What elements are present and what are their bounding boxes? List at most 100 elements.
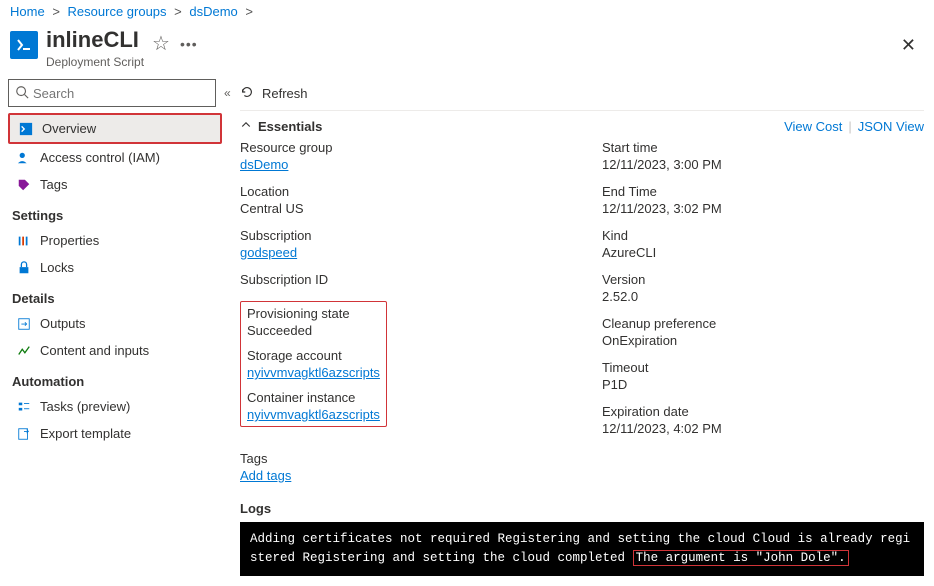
- field-label: Subscription ID: [240, 272, 562, 287]
- field-label: Resource group: [240, 140, 562, 155]
- field-tags: Tags Add tags: [240, 451, 562, 483]
- storage-account-link[interactable]: nyivvmvagktl6azscripts: [247, 365, 380, 380]
- page-subtitle: Deployment Script: [46, 55, 144, 69]
- refresh-button[interactable]: Refresh: [262, 86, 308, 101]
- field-label: Container instance: [247, 390, 380, 405]
- more-icon[interactable]: •••: [180, 36, 198, 52]
- sidebar: « Overview Access control (IAM) Tags Set…: [0, 79, 230, 457]
- sidebar-item-label: Outputs: [40, 316, 86, 331]
- tag-icon: [16, 178, 32, 192]
- field-label: Start time: [602, 140, 924, 155]
- search-box[interactable]: [8, 79, 216, 107]
- field-value: 12/11/2023, 3:02 PM: [602, 201, 924, 216]
- sidebar-item-locks[interactable]: Locks: [8, 254, 222, 281]
- field-label: Location: [240, 184, 562, 199]
- sidebar-item-label: Content and inputs: [40, 343, 149, 358]
- field-label: End Time: [602, 184, 924, 199]
- sidebar-item-export-template[interactable]: Export template: [8, 420, 222, 447]
- sidebar-item-tasks[interactable]: Tasks (preview): [8, 393, 222, 420]
- close-button[interactable]: ✕: [893, 31, 924, 60]
- field-label: Subscription: [240, 228, 562, 243]
- resource-group-link[interactable]: dsDemo: [240, 157, 288, 172]
- sidebar-item-label: Tags: [40, 177, 67, 192]
- field-provisioning-state: Provisioning state Succeeded: [247, 306, 380, 338]
- breadcrumb-sep: >: [174, 4, 182, 19]
- sidebar-item-content-inputs[interactable]: Content and inputs: [8, 337, 222, 364]
- field-container-instance: Container instance nyivvmvagktl6azscript…: [247, 390, 380, 422]
- script-icon: [18, 122, 34, 136]
- page-title: inlineCLI: [46, 27, 144, 53]
- sidebar-item-outputs[interactable]: Outputs: [8, 310, 222, 337]
- field-value: 12/11/2023, 4:02 PM: [602, 421, 924, 436]
- field-cleanup-preference: Cleanup preference OnExpiration: [602, 316, 924, 348]
- essentials-header[interactable]: Essentials View Cost | JSON View: [240, 111, 924, 140]
- field-value: AzureCLI: [602, 245, 924, 260]
- breadcrumb-home[interactable]: Home: [10, 4, 45, 19]
- field-subscription-id: Subscription ID: [240, 272, 562, 289]
- field-value: OnExpiration: [602, 333, 924, 348]
- field-label: Timeout: [602, 360, 924, 375]
- favorite-star-icon[interactable]: ☆: [152, 31, 170, 56]
- header-actions: ☆ •••: [152, 31, 198, 56]
- json-view-link[interactable]: JSON View: [858, 119, 924, 134]
- field-end-time: End Time 12/11/2023, 3:02 PM: [602, 184, 924, 216]
- sidebar-item-overview[interactable]: Overview: [8, 113, 222, 144]
- export-icon: [16, 427, 32, 441]
- field-version: Version 2.52.0: [602, 272, 924, 304]
- properties-icon: [16, 234, 32, 248]
- field-label: Expiration date: [602, 404, 924, 419]
- sidebar-item-label: Access control (IAM): [40, 150, 160, 165]
- sidebar-section-details: Details: [8, 281, 222, 310]
- deployment-script-icon: [10, 31, 38, 59]
- field-value: P1D: [602, 377, 924, 392]
- sidebar-section-settings: Settings: [8, 198, 222, 227]
- field-expiration-date: Expiration date 12/11/2023, 4:02 PM: [602, 404, 924, 436]
- search-input[interactable]: [33, 86, 209, 101]
- field-label: Tags: [240, 451, 562, 466]
- sidebar-item-properties[interactable]: Properties: [8, 227, 222, 254]
- sidebar-item-access-control[interactable]: Access control (IAM): [8, 144, 222, 171]
- tasks-icon: [16, 400, 32, 414]
- field-value: Succeeded: [247, 323, 380, 338]
- sidebar-item-label: Overview: [42, 121, 96, 136]
- field-location: Location Central US: [240, 184, 562, 216]
- search-icon: [15, 85, 29, 102]
- sidebar-item-label: Properties: [40, 233, 99, 248]
- field-subscription: Subscription godspeed: [240, 228, 562, 260]
- refresh-icon[interactable]: [240, 85, 254, 102]
- content-icon: [16, 344, 32, 358]
- field-resource-group: Resource group dsDemo: [240, 140, 562, 172]
- breadcrumb-resource-groups[interactable]: Resource groups: [68, 4, 167, 19]
- sidebar-item-label: Tasks (preview): [40, 399, 130, 414]
- breadcrumb: Home > Resource groups > dsDemo >: [0, 0, 934, 23]
- field-label: Kind: [602, 228, 924, 243]
- field-value: Central US: [240, 201, 562, 216]
- field-value: 12/11/2023, 3:00 PM: [602, 157, 924, 172]
- chevron-up-icon: [240, 119, 252, 134]
- sidebar-item-label: Export template: [40, 426, 131, 441]
- page-header: inlineCLI Deployment Script ☆ ••• ✕: [0, 23, 934, 79]
- container-instance-link[interactable]: nyivvmvagktl6azscripts: [247, 407, 380, 422]
- field-label: Storage account: [247, 348, 380, 363]
- sidebar-item-tags[interactable]: Tags: [8, 171, 222, 198]
- field-storage-account: Storage account nyivvmvagktl6azscripts: [247, 348, 380, 380]
- breadcrumb-dsdemo[interactable]: dsDemo: [189, 4, 237, 19]
- logs-output: Adding certificates not required Registe…: [240, 522, 924, 576]
- essentials-grid: Resource group dsDemo Location Central U…: [240, 140, 924, 483]
- breadcrumb-sep: >: [52, 4, 60, 19]
- essentials-left-column: Resource group dsDemo Location Central U…: [240, 140, 562, 483]
- field-label: Cleanup preference: [602, 316, 924, 331]
- field-start-time: Start time 12/11/2023, 3:00 PM: [602, 140, 924, 172]
- people-icon: [16, 151, 32, 165]
- view-cost-link[interactable]: View Cost: [784, 119, 842, 134]
- sidebar-section-automation: Automation: [8, 364, 222, 393]
- main-content: Refresh Essentials View Cost | JSON View…: [230, 79, 934, 586]
- add-tags-link[interactable]: Add tags: [240, 468, 291, 483]
- field-kind: Kind AzureCLI: [602, 228, 924, 260]
- lock-icon: [16, 261, 32, 275]
- log-highlight: The argument is "John Dole".: [633, 550, 849, 566]
- separator: |: [848, 119, 851, 134]
- outputs-icon: [16, 317, 32, 331]
- field-label: Provisioning state: [247, 306, 380, 321]
- subscription-link[interactable]: godspeed: [240, 245, 297, 260]
